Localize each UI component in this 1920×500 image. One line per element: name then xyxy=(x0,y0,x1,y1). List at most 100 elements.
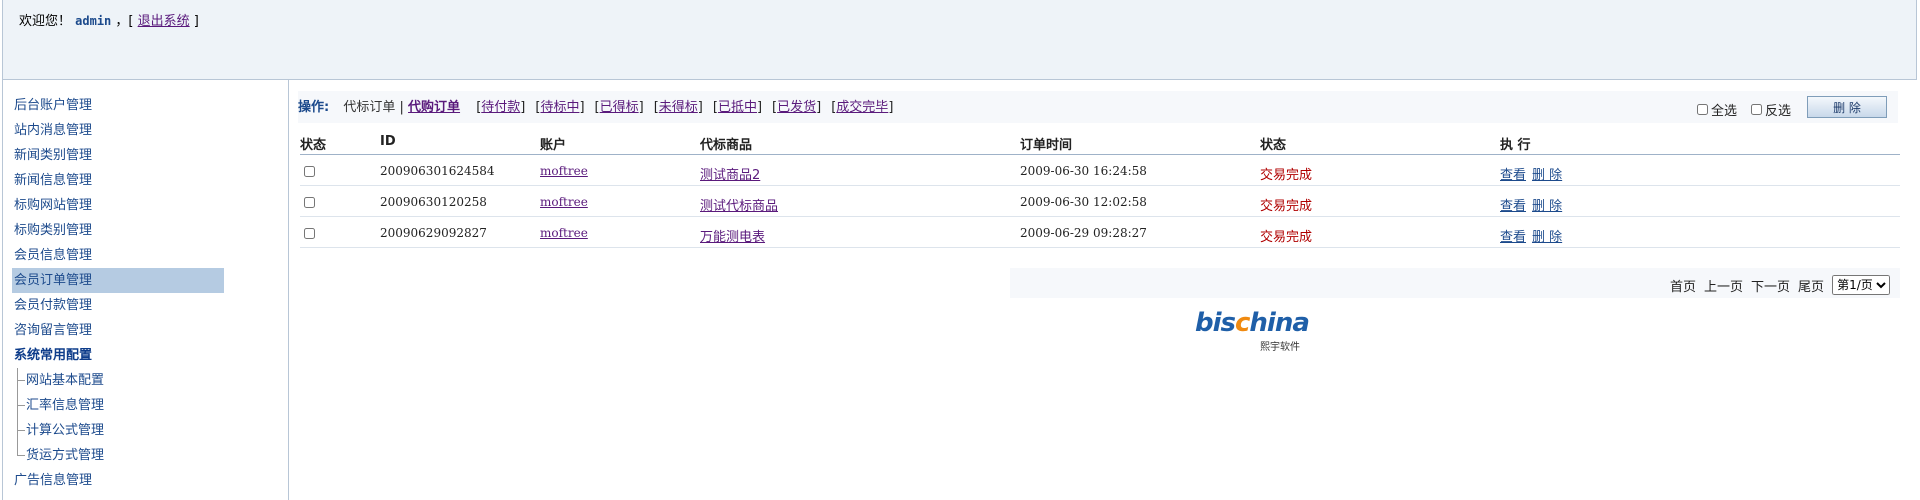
view-link[interactable]: 查看 xyxy=(1500,230,1526,245)
view-link[interactable]: 查看 xyxy=(1500,199,1526,214)
header-select: 状态 xyxy=(300,138,327,153)
filter-item: [已发货] xyxy=(772,100,822,115)
logo-part-c: c xyxy=(1235,308,1250,338)
account-link[interactable]: moftree xyxy=(540,164,588,178)
page-prev[interactable]: 上一页 xyxy=(1704,276,1743,295)
table-row: 20090630120258 moftree 测试代标商品 2009-06-30 12… xyxy=(300,186,1900,217)
row-checkbox[interactable] xyxy=(304,166,315,177)
select-all-label: 全选 xyxy=(1710,104,1737,119)
order-id: 20090629092827 xyxy=(380,226,487,240)
filter-link-4[interactable]: 已抵中 xyxy=(718,100,757,115)
filter-item: [待标中] xyxy=(535,100,585,115)
logo-text: bischina xyxy=(1195,308,1310,338)
product-link[interactable]: 测试代标商品 xyxy=(700,195,778,214)
sidebar-item-3[interactable]: 新闻信息管理 xyxy=(12,168,224,193)
account-link[interactable]: moftree xyxy=(540,226,588,240)
ops-label: 操作: xyxy=(298,100,330,115)
sidebar-item-4[interactable]: 标购网站管理 xyxy=(12,193,224,218)
sidebar-item-8[interactable]: 会员付款管理 xyxy=(12,293,224,318)
invert-checkbox[interactable] xyxy=(1750,104,1762,115)
row-actions: 查看删 除 xyxy=(1500,195,1568,214)
view-link[interactable]: 查看 xyxy=(1500,168,1526,183)
page-select[interactable]: 第1/页 xyxy=(1832,275,1891,295)
sidebar-item-label: 计算公式管理 xyxy=(26,423,105,438)
orders-table: 状态 ID 账户 代标商品 订单时间 状态 执 行 20090630162458… xyxy=(300,128,1900,248)
row-actions: 查看删 除 xyxy=(1500,226,1568,245)
invert-control[interactable]: 反选 xyxy=(1750,100,1791,119)
table-header: 状态 ID 账户 代标商品 订单时间 状态 执 行 xyxy=(300,128,1900,155)
pagination: 首页 上一页 下一页 尾页 第1/页 xyxy=(1670,275,1891,295)
logo-part-bis: bis xyxy=(1195,308,1236,338)
logout-link[interactable]: 退出系统 xyxy=(138,14,190,29)
order-id: 20090630120258 xyxy=(380,195,487,209)
filter-item: [待付款] xyxy=(476,100,526,115)
welcome-text: 欢迎您！ xyxy=(19,14,72,29)
row-actions: 查看删 除 xyxy=(1500,164,1568,183)
main-panel: 操作: 代标订单 | 代购订单 [待付款] [待标中] [已得标] [未得标] [已抵中… xyxy=(290,80,1920,500)
sidebar-item-10[interactable]: 系统常用配置 xyxy=(12,343,224,368)
page-next[interactable]: 下一页 xyxy=(1751,276,1790,295)
invert-label: 反选 xyxy=(1764,104,1791,119)
bracket-close: ] xyxy=(193,14,199,29)
order-time: 2009-06-29 09:28:27 xyxy=(1020,226,1147,240)
order-status: 交易完成 xyxy=(1260,230,1313,245)
header-id: ID xyxy=(380,134,396,149)
sidebar-item-label: 网站基本配置 xyxy=(26,373,105,388)
bracket-open: ，[ xyxy=(115,14,134,29)
header-product: 代标商品 xyxy=(700,138,753,153)
filter-item: [未得标] xyxy=(653,100,703,115)
tree-branch-icon xyxy=(17,430,25,431)
sidebar-item-13[interactable]: 计算公式管理 xyxy=(17,418,229,443)
sidebar-item-label: 货运方式管理 xyxy=(26,448,105,463)
order-id: 200906301624584 xyxy=(380,164,495,178)
sidebar-item-14[interactable]: 货运方式管理 xyxy=(17,443,229,468)
bischina-logo-watermark: bischina 熙宇软件 xyxy=(1195,308,1310,353)
sidebar-menu: 后台账户管理 站内消息管理 新闻类别管理 新闻信息管理 标购网站管理 标购类别管理 会员信息… xyxy=(2,80,289,500)
tree-branch-icon xyxy=(17,455,25,456)
sidebar-item-12[interactable]: 汇率信息管理 xyxy=(17,393,229,418)
sidebar-item-2[interactable]: 新闻类别管理 xyxy=(12,143,224,168)
table-row: 20090629092827 moftree 万能测电表 2009-06-29 09:… xyxy=(300,217,1900,248)
product-link[interactable]: 万能测电表 xyxy=(700,226,765,245)
header-time: 订单时间 xyxy=(1020,138,1073,153)
tree-branch-icon xyxy=(17,405,25,406)
row-checkbox[interactable] xyxy=(304,228,315,239)
account-link[interactable]: moftree xyxy=(540,195,588,209)
filter-link-5[interactable]: 已发货 xyxy=(777,100,816,115)
header-actions: 执 行 xyxy=(1500,138,1531,153)
select-all-control[interactable]: 全选 xyxy=(1696,100,1737,119)
welcome-line: 欢迎您！ admin ，[ 退出系统 ] xyxy=(19,10,199,29)
page-last[interactable]: 尾页 xyxy=(1798,276,1824,295)
ops-toolbar: 操作: 代标订单 | 代购订单 [待付款] [待标中] [已得标] [未得标] [已抵中… xyxy=(298,96,903,115)
delete-link[interactable]: 删 除 xyxy=(1532,168,1562,183)
delete-button[interactable]: 删 除 xyxy=(1807,96,1887,118)
sidebar-item-9[interactable]: 咨询留言管理 xyxy=(12,318,224,343)
delete-link[interactable]: 删 除 xyxy=(1532,230,1562,245)
filter-link-6[interactable]: 成交完毕 xyxy=(836,100,888,115)
page-first[interactable]: 首页 xyxy=(1670,276,1696,295)
filter-item: [成交完毕] xyxy=(831,100,894,115)
delete-link[interactable]: 删 除 xyxy=(1532,199,1562,214)
tab-purchase-orders[interactable]: 代购订单 xyxy=(408,100,460,115)
filter-link-1[interactable]: 待标中 xyxy=(540,100,579,115)
username: admin xyxy=(75,14,112,28)
sidebar-item-1[interactable]: 站内消息管理 xyxy=(12,118,224,143)
order-status: 交易完成 xyxy=(1260,199,1313,214)
sidebar-item-0[interactable]: 后台账户管理 xyxy=(12,93,224,118)
sidebar-item-5[interactable]: 标购类别管理 xyxy=(12,218,224,243)
table-row: 200906301624584 moftree 测试商品2 2009-06-30 16… xyxy=(300,155,1900,186)
top-header: 欢迎您！ admin ，[ 退出系统 ] xyxy=(2,0,1917,80)
sidebar-item-7[interactable]: 会员订单管理 xyxy=(12,268,224,293)
filter-link-2[interactable]: 已得标 xyxy=(600,100,639,115)
product-link[interactable]: 测试商品2 xyxy=(700,164,760,183)
select-all-checkbox[interactable] xyxy=(1696,104,1708,115)
filter-link-3[interactable]: 未得标 xyxy=(659,100,698,115)
sidebar-item-11[interactable]: 网站基本配置 xyxy=(17,368,229,393)
sidebar-item-15[interactable]: 广告信息管理 xyxy=(12,468,224,493)
sidebar-item-6[interactable]: 会员信息管理 xyxy=(12,243,224,268)
filter-link-0[interactable]: 待付款 xyxy=(481,100,520,115)
order-time: 2009-06-30 12:02:58 xyxy=(1020,195,1147,209)
sidebar-item-label: 汇率信息管理 xyxy=(26,398,105,413)
row-checkbox[interactable] xyxy=(304,197,315,208)
tab-bid-orders[interactable]: 代标订单 xyxy=(343,100,395,115)
